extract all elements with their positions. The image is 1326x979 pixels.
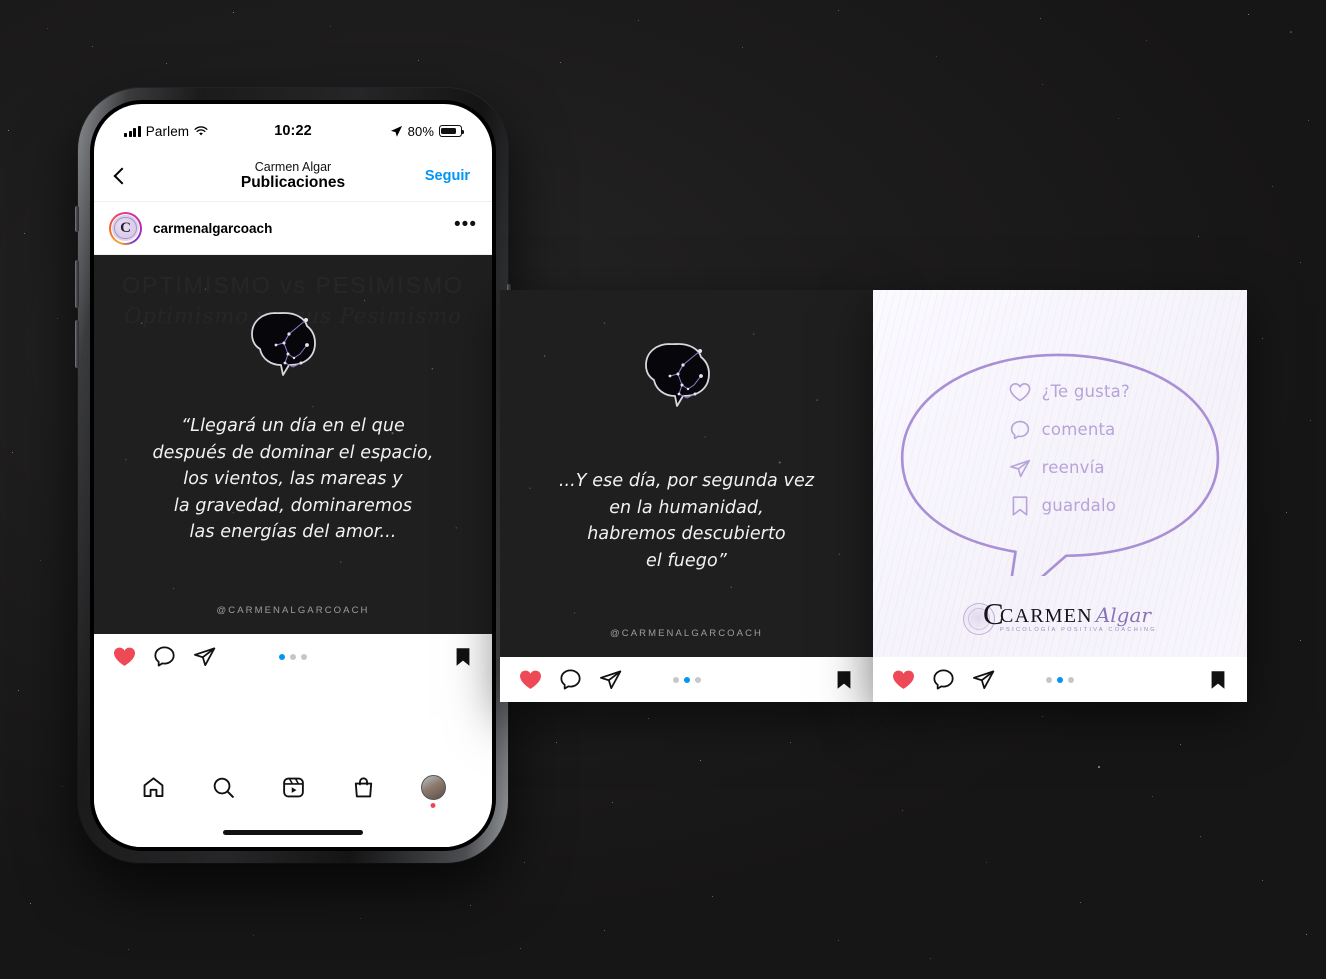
phone-screen: Parlem 10:22 80% Carmen Algar Publicacio… — [94, 104, 492, 847]
post-username[interactable]: carmenalgarcoach — [153, 221, 272, 236]
card-quote-text: “Llegará un día en el que después de dom… — [152, 413, 433, 546]
back-chevron-icon[interactable] — [114, 167, 131, 184]
carousel-dot[interactable] — [1068, 677, 1074, 683]
comment-icon[interactable] — [558, 667, 583, 692]
card-handle-text: @CARMENALGARCOACH — [500, 628, 873, 639]
comment-icon[interactable] — [931, 667, 956, 692]
share-icon[interactable] — [598, 667, 623, 692]
cta-label: guardalo — [1042, 496, 1116, 515]
bookmark-filled-icon[interactable] — [1207, 669, 1229, 691]
tab-home[interactable] — [141, 775, 166, 800]
cta-item-save[interactable]: guardalo — [1008, 494, 1130, 518]
post-image-card-3[interactable]: ¿Te gusta? comenta reenvía guardalo C CA… — [873, 290, 1247, 657]
reels-icon — [281, 775, 306, 800]
location-arrow-icon — [390, 125, 403, 138]
heart-filled-icon[interactable] — [891, 667, 916, 692]
post-action-bar-1 — [94, 634, 492, 679]
carousel-dot[interactable] — [301, 654, 307, 660]
carousel-dot[interactable] — [684, 677, 690, 683]
phone-volume-up-button — [75, 260, 79, 308]
cta-label: reenvía — [1042, 458, 1105, 477]
heart-filled-icon[interactable] — [518, 667, 543, 692]
more-options-icon[interactable]: ••• — [454, 221, 477, 235]
card-handle-text: @CARMENALGARCOACH — [94, 605, 492, 616]
post-action-bar-3 — [873, 657, 1247, 702]
cta-item-comment[interactable]: comenta — [1008, 418, 1130, 442]
phone-mute-switch — [75, 206, 79, 232]
cta-label: comenta — [1042, 420, 1116, 439]
comment-outline-icon — [1008, 418, 1032, 442]
logo-initial: C — [983, 598, 1004, 629]
status-bar: Parlem 10:22 80% — [94, 104, 492, 150]
ghost-title-text: OPTIMISMO vs PESIMISMO — [94, 272, 492, 299]
notification-dot — [431, 803, 436, 808]
standalone-post-2: ...Y ese día, por segunda vez en la huma… — [500, 290, 873, 702]
follow-button[interactable]: Seguir — [425, 168, 470, 184]
bookmark-filled-icon[interactable] — [833, 669, 855, 691]
post-header: C carmenalgarcoach ••• — [94, 202, 492, 255]
home-icon — [141, 775, 166, 800]
standalone-post-3: ¿Te gusta? comenta reenvía guardalo C CA… — [873, 290, 1247, 702]
share-outline-icon — [1008, 456, 1032, 480]
heart-filled-icon[interactable] — [112, 644, 137, 669]
cta-item-share[interactable]: reenvía — [1008, 456, 1130, 480]
carrier-label: Parlem — [146, 124, 189, 139]
carousel-dot[interactable] — [279, 654, 285, 660]
brain-constellation-icon — [243, 301, 343, 385]
logo-tagline: PSICOLOGÍA POSITIVA COACHING — [1000, 628, 1157, 634]
card-quote-text: ...Y ese día, por segunda vez en la huma… — [559, 468, 814, 574]
tab-shop[interactable] — [351, 775, 376, 800]
home-indicator — [223, 830, 363, 835]
battery-percent-label: 80% — [408, 124, 434, 139]
brain-constellation-icon — [637, 332, 737, 416]
heart-outline-icon — [1008, 380, 1032, 404]
phone-bezel: Parlem 10:22 80% Carmen Algar Publicacio… — [90, 100, 496, 851]
tab-profile[interactable] — [421, 775, 446, 800]
phone-volume-down-button — [75, 320, 79, 368]
tab-reels[interactable] — [281, 775, 306, 800]
battery-icon — [439, 125, 462, 137]
carousel-dot[interactable] — [1046, 677, 1052, 683]
carousel-dot[interactable] — [290, 654, 296, 660]
share-icon[interactable] — [192, 644, 217, 669]
cta-label: ¿Te gusta? — [1042, 382, 1130, 401]
logo-script: Algar — [1096, 603, 1151, 627]
search-icon — [211, 775, 236, 800]
post-image-card-2[interactable]: ...Y ese día, por segunda vez en la huma… — [500, 290, 873, 657]
signal-bars-icon — [124, 126, 141, 137]
avatar-letter: C — [112, 215, 139, 242]
post-image-card-1[interactable]: OPTIMISMO vs PESIMISMO Optimismo versus … — [94, 255, 492, 634]
carousel-dot[interactable] — [1057, 677, 1063, 683]
share-icon[interactable] — [971, 667, 996, 692]
wifi-icon — [194, 126, 208, 137]
brand-logo: C CARMEN Algar PSICOLOGÍA POSITIVA COACHI… — [873, 603, 1247, 635]
phone-mockup: Parlem 10:22 80% Carmen Algar Publicacio… — [78, 88, 508, 863]
bookmark-filled-icon[interactable] — [452, 646, 474, 668]
profile-avatar-icon — [421, 775, 446, 800]
screen-nav-bar: Carmen Algar Publicaciones Seguir — [94, 150, 492, 202]
avatar[interactable]: C — [109, 212, 142, 245]
carousel-dot[interactable] — [695, 677, 701, 683]
comment-icon[interactable] — [152, 644, 177, 669]
shop-icon — [351, 775, 376, 800]
carousel-dot[interactable] — [673, 677, 679, 683]
cta-item-like[interactable]: ¿Te gusta? — [1008, 380, 1130, 404]
post-action-bar-2 — [500, 657, 873, 702]
bookmark-outline-icon — [1008, 494, 1032, 518]
logo-name: CARMEN — [1000, 605, 1093, 627]
clock-label: 10:22 — [274, 123, 312, 139]
tab-search[interactable] — [211, 775, 236, 800]
cta-list: ¿Te gusta? comenta reenvía guardalo — [1008, 380, 1130, 518]
